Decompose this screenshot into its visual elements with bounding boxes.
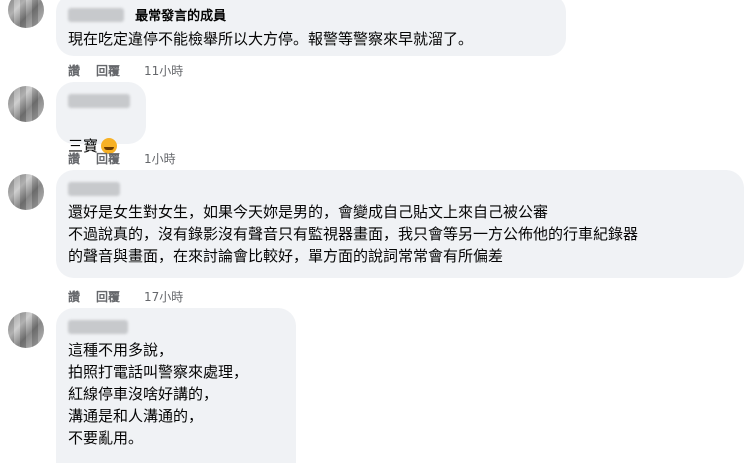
- like-button[interactable]: 讚: [68, 288, 80, 305]
- comment-actions: 讚 回覆 11小時: [68, 62, 183, 79]
- avatar[interactable]: [8, 0, 44, 28]
- like-button[interactable]: 讚: [68, 150, 80, 167]
- comment-bubble: 三寶: [56, 82, 146, 155]
- reply-button[interactable]: 回覆: [96, 288, 120, 305]
- comment-bubble: 這種不用多說， 拍照打電話叫警察來處理， 紅線停車沒啥好講的， 溝通是和人溝通的…: [56, 308, 296, 463]
- comment-actions: 讚 回覆 1小時: [68, 150, 176, 167]
- comment-text: 這種不用多說， 拍照打電話叫警察來處理， 紅線停車沒啥好講的， 溝通是和人溝通的…: [68, 341, 249, 447]
- author-name[interactable]: [68, 319, 128, 334]
- member-badge: 最常發言的成員: [135, 9, 227, 24]
- author-name[interactable]: [68, 7, 124, 22]
- comment-text: 現在吃定違停不能檢舉所以大方停。報警等警察來早就溜了。: [68, 30, 474, 48]
- reply-button[interactable]: 回覆: [96, 150, 120, 167]
- comment-bubble: 還好是女生對女生，如果今天妳是男的，會變成自己貼文上來自己被公審 不過說真的，沒…: [56, 170, 744, 278]
- author-name[interactable]: [68, 181, 120, 196]
- like-button[interactable]: 讚: [68, 62, 80, 79]
- comment-actions: 讚 回覆 17小時: [68, 288, 183, 305]
- avatar[interactable]: [8, 312, 44, 348]
- author-name[interactable]: [68, 93, 130, 108]
- reply-button[interactable]: 回覆: [96, 62, 120, 79]
- timestamp[interactable]: 1小時: [144, 150, 176, 167]
- avatar[interactable]: [8, 174, 44, 210]
- comment-text: 還好是女生對女生，如果今天妳是男的，會變成自己貼文上來自己被公審 不過說真的，沒…: [68, 203, 639, 265]
- avatar[interactable]: [8, 86, 44, 122]
- timestamp[interactable]: 11小時: [144, 62, 183, 79]
- comment-bubble: 最常發言的成員 現在吃定違停不能檢舉所以大方停。報警等警察來早就溜了。: [56, 0, 566, 56]
- timestamp[interactable]: 17小時: [144, 288, 183, 305]
